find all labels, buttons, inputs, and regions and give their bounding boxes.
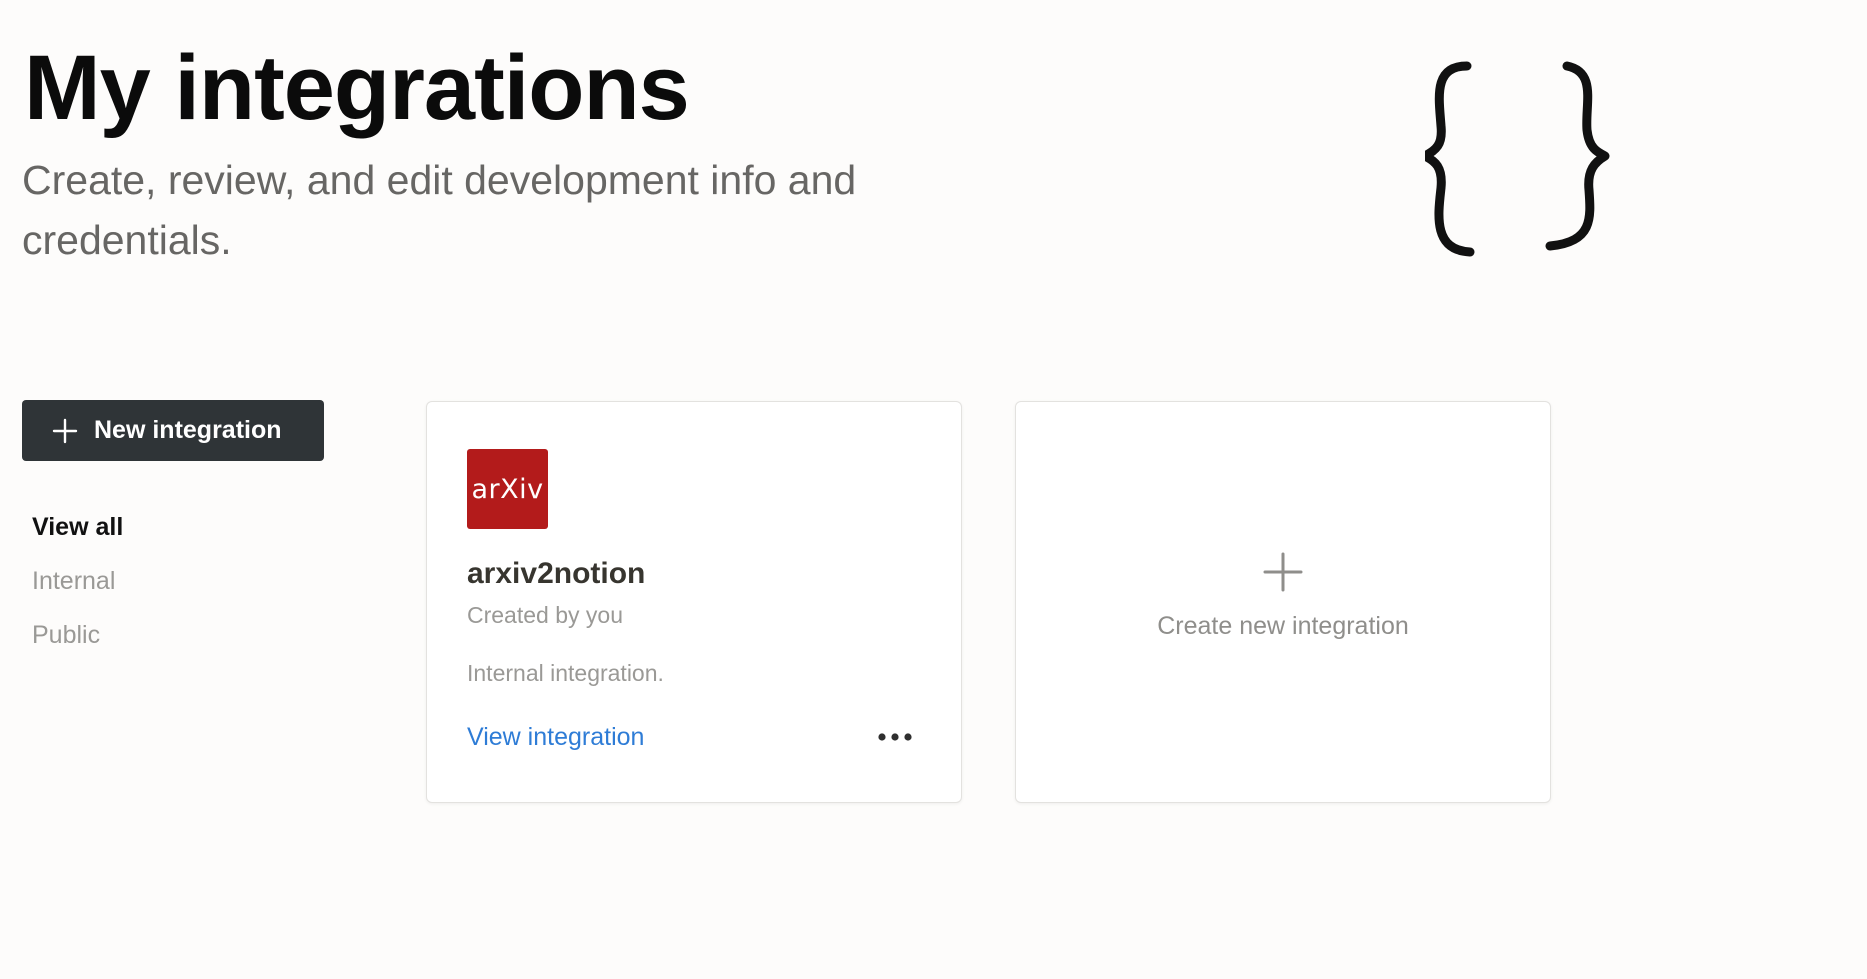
new-integration-button[interactable]: New integration <box>22 400 324 461</box>
filter-public[interactable]: Public <box>32 613 123 667</box>
curly-braces-icon <box>1425 61 1610 257</box>
create-integration-card[interactable]: Create new integration <box>1015 401 1551 803</box>
more-horizontal-icon[interactable] <box>875 724 915 750</box>
page-title: My integrations <box>24 37 690 139</box>
filter-internal[interactable]: Internal <box>32 559 123 613</box>
integration-card: arXiv arxiv2notion Created by you Intern… <box>426 401 962 803</box>
integration-creator: Created by you <box>467 602 623 628</box>
filter-nav: View all Internal Public <box>32 505 123 667</box>
create-integration-label: Create new integration <box>1157 612 1409 640</box>
plus-icon <box>1263 552 1303 592</box>
integration-name: arxiv2notion <box>467 557 646 590</box>
new-integration-label: New integration <box>94 416 282 444</box>
arxiv-logo: arXiv <box>467 449 548 529</box>
integration-type: Internal integration. <box>467 660 664 686</box>
view-integration-link[interactable]: View integration <box>467 723 644 752</box>
page-subtitle: Create, review, and edit development inf… <box>22 157 857 263</box>
filter-view-all[interactable]: View all <box>32 505 123 559</box>
plus-icon <box>52 418 78 444</box>
